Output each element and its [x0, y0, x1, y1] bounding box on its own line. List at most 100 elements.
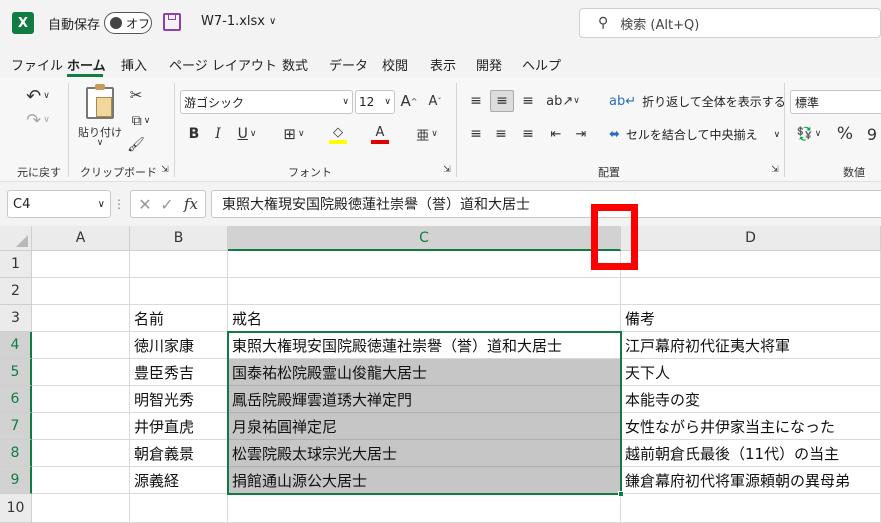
tab-review[interactable]: 校閲 [382, 55, 408, 74]
enter-icon[interactable]: ✓ [158, 194, 176, 214]
insert-function-button[interactable]: fx [181, 194, 201, 214]
cell-d3[interactable]: 備考 [621, 305, 881, 332]
decrease-font-icon[interactable]: Aˇ [424, 90, 446, 112]
cell-c5[interactable]: 国泰祐松院殿霊山俊龍大居士 [228, 359, 621, 386]
row-header-10[interactable]: 10 [0, 494, 32, 523]
wrap-text-button[interactable]: ab↵ 折り返して全体を表示する [609, 93, 786, 110]
cell-d7[interactable]: 女性ながら井伊家当主になった [621, 413, 881, 440]
cell[interactable] [621, 494, 881, 523]
row-header-3[interactable]: 3 [0, 305, 32, 332]
save-icon[interactable] [163, 13, 181, 31]
bold-button[interactable]: B [184, 123, 204, 145]
copy-icon[interactable]: ⧉ ∨ [124, 111, 158, 131]
cell[interactable] [32, 332, 130, 359]
undo-icon[interactable]: ↶ ∨ [20, 85, 56, 107]
filename-button[interactable]: W7-1.xlsx ∨ [201, 14, 276, 29]
row-header-9[interactable]: 9 [0, 467, 32, 494]
paste-icon[interactable] [86, 84, 114, 119]
tab-view[interactable]: 表示 [430, 55, 456, 74]
cell-c6[interactable]: 鳳岳院殿輝雲道琇大禅定門 [228, 386, 621, 413]
cell-d4[interactable]: 江戸幕府初代征夷大将軍 [621, 332, 881, 359]
row-header-8[interactable]: 8 [0, 440, 32, 467]
align-left-icon[interactable]: ≡ [465, 123, 487, 145]
increase-indent-icon[interactable]: ⇥ [570, 123, 592, 145]
column-header-d[interactable]: D [621, 226, 881, 251]
tab-home[interactable]: ホーム [67, 55, 106, 74]
tab-developer[interactable]: 開発 [476, 55, 502, 74]
percent-button[interactable]: % [834, 123, 856, 145]
cell[interactable] [32, 305, 130, 332]
cell[interactable] [32, 467, 130, 494]
tab-page-layout[interactable]: ページ レイアウト [169, 55, 277, 74]
underline-button[interactable]: U ∨ [232, 123, 262, 145]
font-name-select[interactable]: 游ゴシック ∨ [180, 90, 353, 114]
cell-c7[interactable]: 月泉祐圓禅定尼 [228, 413, 621, 440]
align-middle-icon[interactable]: ≡ [490, 90, 514, 112]
select-all-corner[interactable] [0, 226, 32, 251]
autosave-toggle[interactable]: オフ [104, 12, 152, 34]
cell[interactable] [130, 251, 228, 278]
font-launcher-icon[interactable]: ⇲ [441, 164, 453, 176]
column-header-c[interactable]: C [228, 226, 621, 251]
clipboard-launcher-icon[interactable]: ⇲ [159, 164, 171, 176]
cell[interactable] [621, 278, 881, 305]
font-size-select[interactable]: 12 ∨ [355, 90, 395, 114]
increase-font-icon[interactable]: A ^ [398, 90, 420, 112]
tab-help[interactable]: ヘルプ [522, 55, 561, 74]
fill-handle[interactable] [618, 491, 624, 497]
cell[interactable] [32, 251, 130, 278]
formula-input[interactable]: 東照大権現安国院殿徳蓮社崇譽（誉）道和大居士 [211, 190, 881, 218]
column-header-b[interactable]: B [130, 226, 228, 251]
format-painter-icon[interactable]: 🖌 [126, 135, 146, 155]
cell[interactable] [130, 494, 228, 523]
cell-b4[interactable]: 徳川家康 [130, 332, 228, 359]
cancel-icon[interactable]: ✕ [136, 194, 154, 214]
cell[interactable] [228, 278, 621, 305]
row-header-6[interactable]: 6 [0, 386, 32, 413]
row-header-4[interactable]: 4 [0, 332, 32, 359]
comma-style-icon[interactable]: 9 [862, 123, 881, 145]
cell-c8[interactable]: 松雲院殿太球宗光大居士 [228, 440, 621, 467]
merge-center-button[interactable]: ⬌ セルを結合して中央揃え ∨ [609, 126, 780, 143]
align-center-icon[interactable]: ≡ [490, 123, 512, 145]
align-bottom-icon[interactable]: ≡ [517, 90, 539, 112]
cell[interactable] [228, 494, 621, 523]
align-right-icon[interactable]: ≡ [517, 123, 539, 145]
row-header-5[interactable]: 5 [0, 359, 32, 386]
cell[interactable] [32, 359, 130, 386]
cell-d8[interactable]: 越前朝倉氏最後（11代）の当主 [621, 440, 881, 467]
more-options-icon[interactable]: ⋮ [113, 194, 125, 214]
font-color-icon[interactable]: A [364, 121, 396, 147]
decrease-indent-icon[interactable]: ⇤ [545, 123, 567, 145]
cell[interactable] [32, 278, 130, 305]
tab-file[interactable]: ファイル [11, 55, 63, 74]
cut-icon[interactable]: ✂ [126, 85, 146, 105]
cell-c3[interactable]: 戒名 [228, 305, 621, 332]
borders-icon[interactable]: ⊞ ∨ [278, 123, 310, 145]
italic-button[interactable]: I [208, 123, 228, 145]
cell[interactable] [32, 440, 130, 467]
orientation-icon[interactable]: ab↗ ∨ [545, 90, 581, 112]
fill-color-icon[interactable]: ◇ [322, 121, 354, 147]
row-header-7[interactable]: 7 [0, 413, 32, 440]
number-format-select[interactable]: 標準 [790, 90, 881, 114]
cell-b9[interactable]: 源義経 [130, 467, 228, 494]
cell[interactable] [228, 251, 621, 278]
name-box[interactable]: C4 ∨ [7, 190, 111, 218]
cell-b7[interactable]: 井伊直虎 [130, 413, 228, 440]
cell-d9[interactable]: 鎌倉幕府初代将軍源頼朝の異母弟 [621, 467, 881, 494]
cell-c4[interactable]: 東照大権現安国院殿徳蓮社崇譽（誉）道和大居士 [228, 332, 621, 359]
cell-c9[interactable]: 捐館通山源公大居士 [228, 467, 621, 494]
cell[interactable] [32, 494, 130, 523]
cell-b3[interactable]: 名前 [130, 305, 228, 332]
alignment-launcher-icon[interactable]: ⇲ [769, 164, 781, 176]
cell[interactable] [130, 278, 228, 305]
tab-insert[interactable]: 挿入 [121, 55, 147, 74]
tab-data[interactable]: データ [329, 55, 368, 74]
cell[interactable] [32, 413, 130, 440]
column-header-a[interactable]: A [32, 226, 130, 251]
currency-format-icon[interactable]: 💱 ∨ [792, 123, 826, 145]
cell[interactable] [32, 386, 130, 413]
cell-b5[interactable]: 豊臣秀吉 [130, 359, 228, 386]
row-header-1[interactable]: 1 [0, 251, 32, 278]
